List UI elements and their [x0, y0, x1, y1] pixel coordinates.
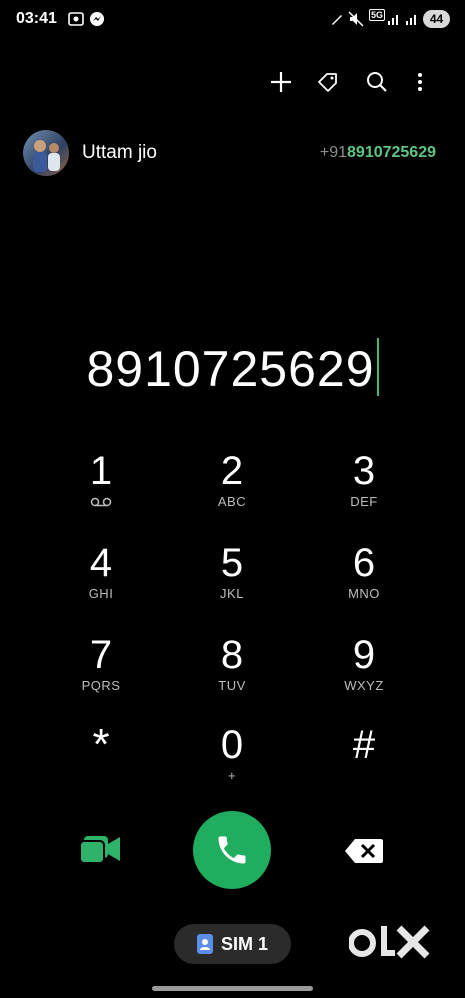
video-camera-icon — [79, 836, 120, 864]
key-letters: GHI — [88, 586, 114, 601]
tag-button[interactable] — [310, 64, 346, 100]
key-0[interactable]: 0 + — [182, 723, 282, 803]
key-digit: # — [352, 723, 376, 767]
key-5[interactable]: 5 JKL — [182, 541, 282, 621]
sim-selector[interactable]: SIM 1 — [174, 924, 291, 964]
key-letters: MNO — [348, 586, 380, 601]
key-star[interactable]: * — [51, 723, 151, 803]
key-letters: + — [227, 768, 237, 783]
text-cursor — [376, 338, 379, 396]
key-digit: 0 — [220, 723, 244, 767]
olx-watermark — [348, 922, 433, 973]
key-digit: 9 — [352, 633, 376, 677]
signal-icon — [388, 15, 398, 25]
key-2[interactable]: 2 ABC — [182, 449, 282, 529]
contact-number-match: 8910725629 — [347, 144, 436, 161]
key-hash[interactable]: # — [314, 723, 414, 803]
contact-name: Uttam jio — [82, 142, 157, 163]
key-digit: 2 — [220, 449, 244, 493]
key-digit: 4 — [89, 541, 113, 585]
contact-suggestion[interactable]: Uttam jio +918910725629 — [0, 124, 465, 182]
key-letters: DEF — [350, 494, 378, 509]
key-3[interactable]: 3 DEF — [314, 449, 414, 529]
tag-icon — [318, 73, 337, 92]
sim-label: SIM 1 — [220, 933, 268, 954]
number-display[interactable]: 8910725629 — [0, 338, 465, 398]
key-digit: 5 — [220, 541, 244, 585]
mute-icon — [348, 11, 364, 27]
search-button[interactable] — [359, 64, 395, 100]
key-1[interactable]: 1 — [51, 449, 151, 529]
key-digit: 6 — [352, 541, 376, 585]
search-icon — [367, 72, 387, 92]
key-8[interactable]: 8 TUV — [182, 633, 282, 713]
phone-icon — [218, 836, 246, 864]
sim-icon — [196, 934, 213, 954]
key-6[interactable]: 6 MNO — [314, 541, 414, 621]
messenger-icon — [90, 12, 104, 26]
battery-indicator: 44 — [423, 10, 450, 28]
add-icon — [271, 72, 291, 92]
contact-number-prefix: +91 — [319, 144, 348, 161]
status-time: 03:41 — [16, 10, 57, 27]
key-letters: ABC — [217, 494, 247, 509]
key-digit: 7 — [89, 633, 113, 677]
screen-record-icon — [68, 12, 84, 26]
key-digit: * — [92, 720, 110, 769]
backspace-icon — [345, 839, 383, 863]
key-digit: 3 — [352, 449, 376, 493]
status-bar: 03:41 5G 44 — [0, 0, 465, 40]
key-letters: TUV — [218, 678, 246, 693]
video-call-button[interactable] — [78, 832, 124, 868]
key-digit: 8 — [220, 633, 244, 677]
entered-number: 8910725629 — [86, 341, 375, 397]
olx-logo — [348, 925, 430, 959]
key-letters: PQRS — [81, 678, 121, 693]
key-4[interactable]: 4 GHI — [51, 541, 151, 621]
key-7[interactable]: 7 PQRS — [51, 633, 151, 713]
key-letters: JKL — [220, 586, 244, 601]
signal-icon-2 — [406, 15, 416, 25]
key-digit: 1 — [89, 449, 113, 493]
backspace-button[interactable] — [343, 837, 385, 865]
voicemail-icon — [90, 497, 112, 507]
home-indicator[interactable] — [152, 986, 313, 991]
pen-icon — [332, 15, 342, 25]
call-button[interactable] — [193, 811, 271, 889]
key-9[interactable]: 9 WXYZ — [314, 633, 414, 713]
network-type: 5G — [369, 9, 386, 21]
more-options-button[interactable] — [402, 64, 438, 100]
avatar — [23, 130, 69, 176]
more-vert-icon — [418, 73, 422, 91]
avatar-photo — [33, 140, 60, 172]
contact-number: +918910725629 — [320, 144, 436, 162]
add-contact-button[interactable] — [263, 64, 299, 100]
key-letters: WXYZ — [344, 678, 384, 693]
